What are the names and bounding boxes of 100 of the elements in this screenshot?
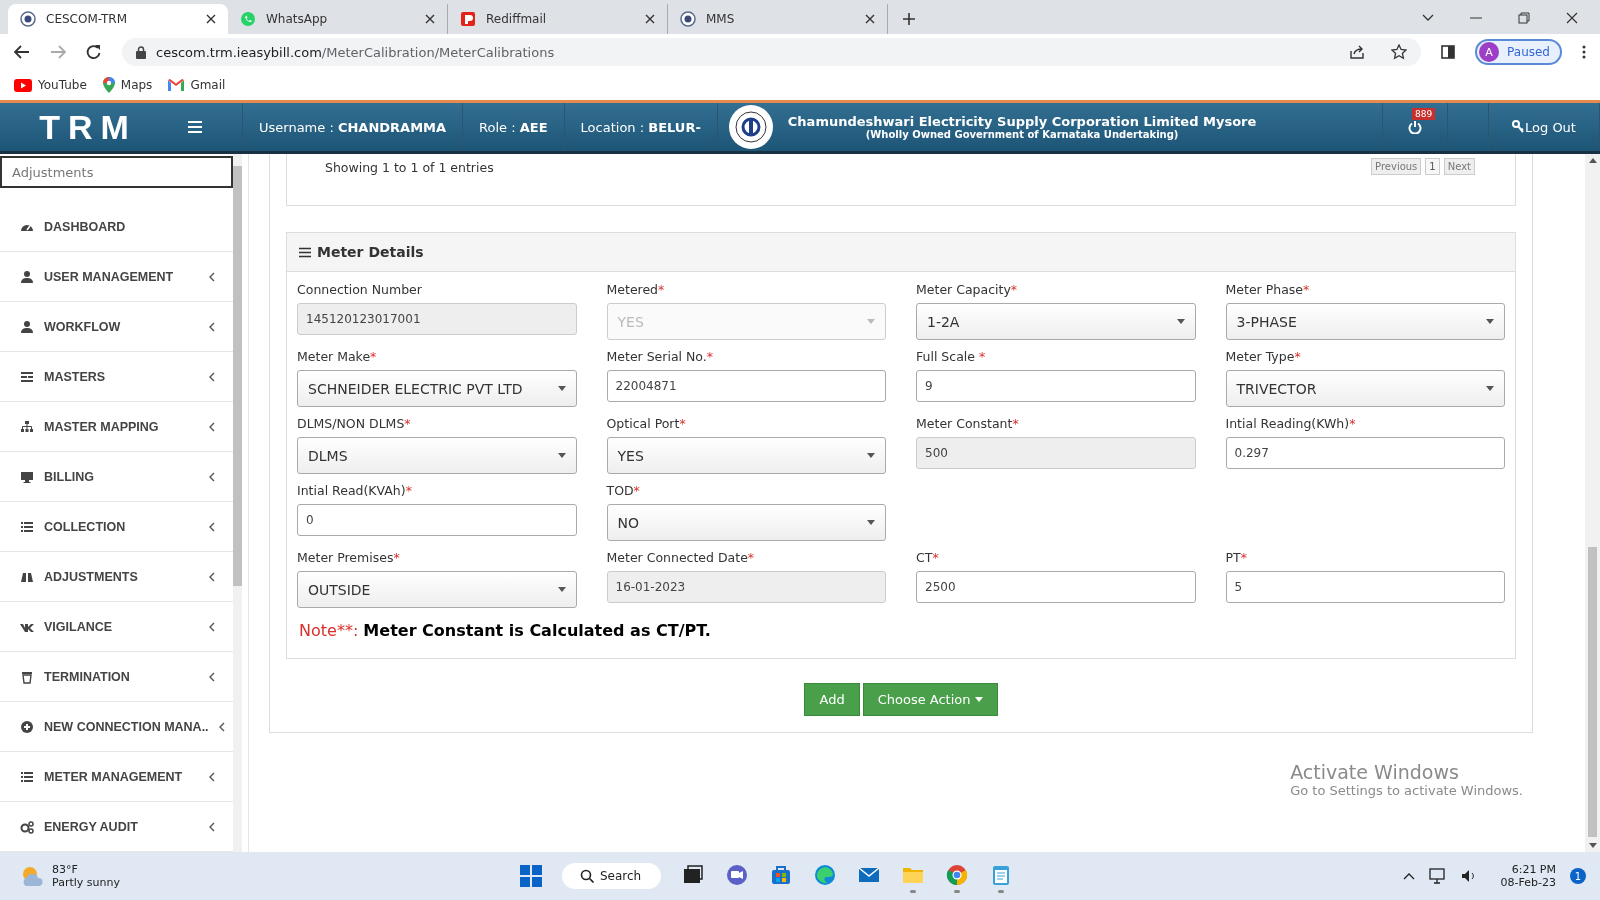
header-info: Location : BELUR-: [580, 119, 701, 135]
close-icon[interactable]: [1566, 12, 1578, 24]
weather-widget[interactable]: 83°F Partly sunny: [20, 863, 520, 889]
input-field[interactable]: 22004871: [606, 370, 886, 402]
select-field[interactable]: DLMS: [297, 437, 577, 474]
side-panel-icon[interactable]: [1441, 45, 1456, 59]
chevron-down-icon[interactable]: [1422, 14, 1434, 22]
video-chat-icon[interactable]: [725, 862, 750, 887]
entries-info: Showing 1 to 1 of 1 entries: [325, 159, 494, 175]
select-field[interactable]: YES: [606, 437, 886, 474]
header-info: Role : AEE: [479, 119, 548, 135]
chrome-icon[interactable]: [945, 862, 970, 887]
field-label: Intial Read(KVAh)*: [297, 483, 413, 498]
more-icon[interactable]: [1582, 45, 1586, 59]
chevron-up-icon[interactable]: [1402, 872, 1415, 880]
star-icon[interactable]: [1391, 44, 1408, 60]
search-field[interactable]: Adjustments: [0, 156, 233, 188]
select-field[interactable]: NO: [606, 504, 886, 541]
list-icon: [20, 519, 34, 534]
input-field[interactable]: 2500: [916, 571, 1196, 603]
input-field[interactable]: 0.297: [1225, 437, 1505, 469]
emblem-logo-icon: [727, 104, 774, 150]
pagination-button[interactable]: Previous: [1371, 158, 1422, 175]
profile-button[interactable]: A Paused: [1475, 39, 1562, 65]
app-logo: TRM: [38, 106, 138, 148]
select-field[interactable]: OUTSIDE: [297, 571, 577, 608]
select-field[interactable]: 3-PHASE: [1225, 303, 1505, 340]
input-field[interactable]: 500: [916, 437, 1196, 469]
select-field[interactable]: 1-2A: [916, 303, 1196, 340]
select-field[interactable]: TRIVECTOR: [1225, 370, 1505, 407]
restore-icon[interactable]: [1518, 12, 1530, 24]
play-icon: [14, 78, 32, 92]
url-text: cescom.trm.ieasybill.com/MeterCalibration/MeterCalibrations: [156, 44, 555, 60]
field-label: Meter Phase*: [1225, 282, 1311, 297]
field-label: Intial Reading(KWh)*: [1225, 416, 1357, 431]
pagination-button[interactable]: 1: [1425, 158, 1440, 175]
caret-icon: [557, 453, 566, 458]
field-label: Meter Constant*: [916, 416, 1020, 431]
close-icon[interactable]: [206, 14, 216, 24]
input-field[interactable]: 0: [297, 504, 577, 536]
close-icon[interactable]: [425, 14, 435, 24]
address-field[interactable]: cescom.trm.ieasybill.com/MeterCalibration/MeterCalibrations: [122, 38, 1422, 66]
plus-icon[interactable]: [902, 12, 916, 26]
header-info: Username : CHANDRAMMA: [259, 119, 447, 135]
speaker-icon[interactable]: [1460, 869, 1477, 883]
windows-icon[interactable]: [520, 865, 542, 887]
envelope-icon: [168, 79, 185, 91]
field-label: Meter Premises*: [297, 550, 401, 565]
input-field[interactable]: 145120123017001: [297, 303, 577, 335]
field-label: Metered*: [606, 282, 666, 297]
input-field[interactable]: 9: [916, 370, 1196, 402]
key-icon: [1512, 120, 1525, 134]
field-label: PT*: [1225, 550, 1248, 565]
caret-icon: [1486, 319, 1494, 324]
search-button[interactable]: Search: [562, 863, 662, 889]
emblem-icon: [680, 11, 696, 27]
menu-icon[interactable]: [188, 121, 202, 133]
caret-icon: [1486, 386, 1494, 391]
activation-text: Go to Settings to activate Windows.: [1290, 783, 1523, 798]
notification-badge: 889: [1412, 108, 1436, 120]
table-icon: [20, 369, 34, 384]
share-icon[interactable]: [1349, 44, 1366, 60]
scrollbar-thumb[interactable]: [1588, 547, 1597, 837]
power-icon[interactable]: [1408, 120, 1422, 134]
select-field[interactable]: SCHNEIDER ELECTRIC PVT LTD: [297, 370, 577, 407]
search-icon: [580, 869, 594, 883]
gears-icon: [20, 819, 34, 834]
close-icon[interactable]: [865, 14, 875, 24]
trash-icon: [20, 669, 34, 684]
user-icon: [20, 319, 34, 334]
network-icon[interactable]: [1428, 868, 1447, 884]
input-field[interactable]: 5: [1225, 571, 1505, 603]
pagination-button[interactable]: Next: [1443, 158, 1475, 175]
clock[interactable]: 6:21 PM 08-Feb-23: [1500, 863, 1556, 889]
field-label: CT*: [916, 550, 940, 565]
scrollbar-thumb[interactable]: [233, 166, 242, 586]
back-icon[interactable]: [14, 45, 30, 59]
avatar: A: [1479, 42, 1500, 62]
sitemap-icon: [20, 419, 34, 434]
notification-badge[interactable]: 1: [1570, 868, 1586, 884]
sun-cloud-icon: [20, 865, 44, 887]
chat-bubble-icon: [240, 11, 256, 27]
logout-link[interactable]: Log Out: [1512, 119, 1576, 135]
emblem-icon: [20, 11, 36, 27]
scroll-up-icon[interactable]: [1588, 158, 1597, 163]
close-icon[interactable]: [645, 14, 655, 24]
scroll-down-icon[interactable]: [1588, 843, 1597, 848]
caret-icon: [1176, 319, 1185, 324]
input-field[interactable]: 16-01-2023: [606, 571, 886, 603]
list-icon: [20, 769, 34, 784]
bookmark-link[interactable]: Maps: [102, 77, 153, 93]
monitor-icon: [20, 469, 34, 484]
activation-title: Activate Windows: [1290, 761, 1460, 783]
reload-icon[interactable]: [86, 44, 102, 60]
bookmark-link[interactable]: Gmail: [168, 78, 226, 92]
bookmark-link[interactable]: YouTube: [14, 78, 87, 92]
browser-swirl-icon[interactable]: [813, 862, 838, 887]
panel-title: Meter Details: [317, 244, 424, 260]
browser-tab[interactable]: CESCOM-TRM: [8, 4, 228, 34]
caret-icon: [867, 520, 875, 525]
